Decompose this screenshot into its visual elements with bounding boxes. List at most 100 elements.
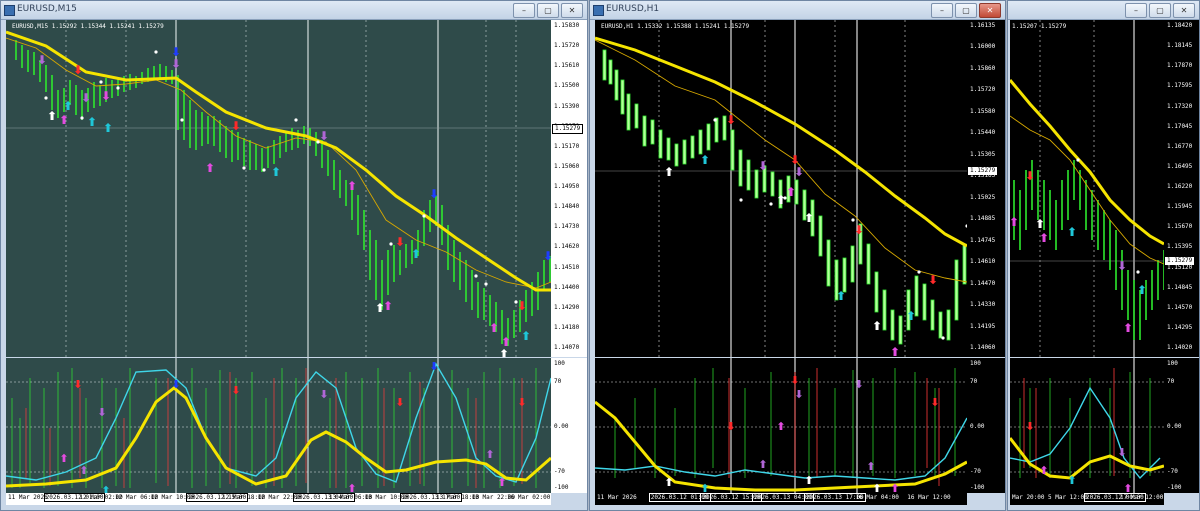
time-tick-label: 11 Mar 2026 [597,494,637,501]
price-tick-label: 1.14060 [970,344,996,351]
svg-text:⬆: ⬆ [786,185,796,199]
oscillator-tick-label: 100 [970,360,981,367]
price-tick-label: 1.16000 [970,43,996,51]
price-tick-label: 1.14400 [554,283,580,291]
oscillator-tick-label: -100 [970,484,985,491]
svg-text:⬆: ⬆ [866,460,875,473]
main-chart-pane[interactable]: EURUSD,M15 1.15292 1.15344 1.15241 1.152… [6,20,551,357]
symbol-info: EURUSD,M15 1.15292 1.15344 1.15241 1.152… [12,23,164,30]
svg-text:⬇: ⬇ [101,89,111,103]
price-tick-label: 1.16770 [1167,142,1193,150]
svg-text:⬆: ⬆ [700,153,710,167]
svg-text:⬆: ⬆ [1137,283,1147,297]
price-tick-label: 1.16135 [970,22,996,29]
chart-window-h1[interactable]: EURUSD,H1 – ▢ ✕ EURUSD,H1 1.15332 1.1538… [589,0,1006,511]
price-tick-label: 1.18145 [1167,42,1193,50]
svg-text:⬆: ⬆ [1035,217,1045,231]
oscillator-tick-label: -100 [554,484,569,491]
chart-window-icon [593,5,604,16]
price-tick-label: 1.15720 [970,86,996,94]
minimize-button[interactable]: – [513,3,535,18]
svg-text:⬆: ⬆ [906,309,916,323]
price-tick-label: 1.15305 [970,150,996,158]
svg-text:⬆: ⬆ [1123,482,1132,493]
price-tick-label: 1.15720 [554,42,580,50]
price-tick-label: 1.14070 [554,344,580,351]
price-tick-label: 1.14195 [970,322,996,330]
price-tick-label: 1.14610 [970,258,996,266]
price-tick-label: 1.15025 [970,193,996,201]
minimize-button[interactable]: – [931,3,953,18]
time-tick-label: 11 Mar 2026 [8,494,48,501]
oscillator-pane[interactable]: ⬇ ⬇ ⬆ ⬆ ⬆ [1010,358,1164,493]
svg-text:⬆: ⬆ [872,319,882,333]
minimize-button[interactable]: – [1125,3,1147,18]
price-tick-label: 1.14570 [1167,303,1193,311]
symbol-info: 1.15207 1.15279 [1012,23,1067,30]
window-title: EURUSD,H1 [606,4,660,14]
svg-text:⬆: ⬆ [347,482,356,493]
oscillator-tick-label: 70 [970,378,978,385]
chart-window-m15[interactable]: EURUSD,M15 – ▢ ✕ EURUSD,M15 1.15292 1.15… [0,0,588,511]
window-titlebar[interactable]: – ▢ ✕ [1008,1,1199,20]
svg-text:⬆: ⬆ [205,161,215,175]
time-axis: 11 Mar 2026 2026.03.12 01:00 2026.03.12 15… [595,493,967,505]
svg-text:⬆: ⬆ [804,474,813,487]
time-tick-label: 17 Mar 12:00 [1120,494,1164,501]
price-tick-label: 1.16220 [1167,183,1193,190]
time-tick-label: 5 Mar 12:00 [1048,494,1088,501]
svg-text:⬆: ⬆ [758,458,767,471]
oscillator-pane[interactable]: ⬇ ⬇ ⬇ ⬇ ⬇ ⬇ ⬇ ⬇ ⬆ ⬆ ⬆ ⬆ ⬆ ⬆ [6,358,551,493]
price-axis: 1.16135 1.16000 1.15860 1.15720 1.15580 1.154… [967,20,1005,357]
price-tick-label: 1.14470 [970,279,996,287]
price-tick-label: 1.15670 [1167,223,1193,231]
svg-text:⬇: ⬇ [429,187,439,201]
svg-text:⬇: ⬇ [543,249,551,263]
time-axis: 11 Mar 2026 2026.03.12 01:00 12 Mar 02:00 1… [6,493,551,505]
svg-text:⬇: ⬇ [73,63,83,77]
svg-text:⬇: ⬇ [171,57,181,71]
oscillator-pane[interactable]: ⬇ ⬇ ⬇ ⬇ ⬇ ⬆ ⬆ ⬆ ⬆ ⬆ ⬆ ⬆ ⬆ [595,358,967,493]
close-button[interactable]: ✕ [561,3,583,18]
svg-text:⬆: ⬆ [59,113,69,127]
price-tick-label: 1.15610 [554,62,580,70]
restore-button[interactable]: ▢ [955,3,977,18]
price-tick-label: 1.15580 [970,107,996,115]
svg-text:⬇: ⬇ [854,223,864,237]
svg-text:⬇: ⬇ [517,299,527,313]
svg-text:⬇: ⬇ [97,406,106,419]
svg-text:⬆: ⬆ [664,476,673,489]
oscillator-axis: 100 70 0.00 -70 -100 [551,358,587,493]
main-chart-pane[interactable]: 1.15207 1.15279 ⬇⬇ ⬆⬆ ⬆⬆ ⬆⬆ [1010,20,1164,357]
svg-text:⬇: ⬇ [1117,259,1127,273]
svg-text:⬆: ⬆ [776,420,785,433]
window-titlebar[interactable]: EURUSD,M15 – ▢ ✕ [1,1,587,20]
svg-text:⬇: ⬇ [794,388,803,401]
price-tick-label: 1.14845 [1167,283,1193,291]
svg-text:⬆: ⬆ [1010,215,1019,229]
restore-button[interactable]: ▢ [1149,3,1171,18]
svg-text:⬇: ⬇ [928,273,938,287]
oscillator-tick-label: 70 [1167,378,1175,385]
svg-text:⬇: ⬇ [854,378,863,391]
close-button[interactable]: ✕ [1173,3,1195,18]
oscillator-axis: 100 70 0.00 -70 -100 [1164,358,1199,493]
chart-window-3[interactable]: – ▢ ✕ 1.15207 1.15279 ⬇⬇ ⬆⬆ ⬆⬆ ⬆⬆ 1.1842… [1007,0,1200,511]
price-tick-label: 1.14290 [554,303,580,311]
svg-text:⬇: ⬇ [73,378,82,391]
svg-text:⬇: ⬇ [231,119,241,133]
close-button[interactable]: ✕ [979,3,1001,18]
price-tick-label: 1.15945 [1167,203,1193,211]
svg-text:⬇: ⬇ [930,396,939,409]
window-titlebar[interactable]: EURUSD,H1 – ▢ ✕ [590,1,1005,20]
price-tick-label: 1.14180 [554,323,580,331]
main-chart-pane[interactable]: EURUSD,H1 1.15332 1.15388 1.15241 1.1527… [595,20,967,357]
restore-button[interactable]: ▢ [537,3,559,18]
price-tick-label: 1.15440 [970,129,996,137]
svg-text:⬆: ⬆ [836,289,846,303]
svg-text:⬆: ⬆ [1039,464,1048,477]
svg-text:⬆: ⬆ [47,109,57,123]
price-tick-label: 1.14510 [554,263,580,271]
svg-text:⬇: ⬇ [395,235,405,249]
price-tick-label: 1.17595 [1167,82,1193,90]
